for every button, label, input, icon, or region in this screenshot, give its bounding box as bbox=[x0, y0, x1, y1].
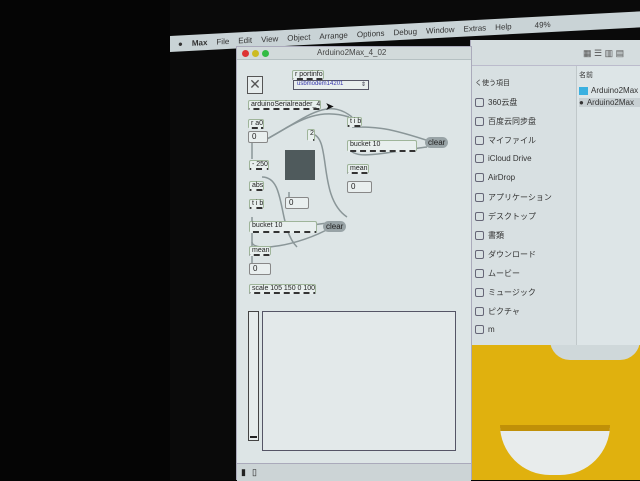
bucket-object-right[interactable]: bucket 10 bbox=[347, 140, 417, 152]
home-icon bbox=[475, 325, 484, 334]
menu-help[interactable]: Help bbox=[495, 22, 511, 32]
mean-object-right[interactable]: mean bbox=[347, 164, 369, 174]
folder-icon bbox=[475, 98, 484, 107]
toggle[interactable]: ✕ bbox=[247, 76, 263, 94]
menu-max[interactable]: Max bbox=[192, 38, 208, 48]
menu-file[interactable]: File bbox=[216, 36, 229, 46]
sidebar-item-label: m bbox=[488, 325, 495, 334]
menu-arrange[interactable]: Arrange bbox=[319, 30, 347, 40]
sidebar-item[interactable]: 360云盘 bbox=[475, 97, 517, 108]
sidebar-item[interactable]: iCloud Drive bbox=[475, 154, 532, 163]
sidebar-item[interactable]: ムービー bbox=[475, 268, 520, 279]
minus-object[interactable]: - 250 bbox=[249, 160, 269, 170]
lock-icon[interactable]: ▮ bbox=[241, 467, 252, 477]
sidebar-item-label: ダウンロード bbox=[488, 250, 536, 259]
music-icon bbox=[475, 288, 484, 297]
folder-icon bbox=[579, 86, 588, 95]
apps-icon bbox=[475, 193, 484, 202]
new-object-icon[interactable]: ▯ bbox=[252, 467, 263, 477]
sidebar-item[interactable]: アプリケーション bbox=[475, 192, 552, 203]
finder-toolbar: ▦ ☰ ▥ ▤ bbox=[471, 40, 640, 66]
sidebar-item[interactable]: マイファイル bbox=[475, 135, 536, 146]
folder-icon bbox=[475, 117, 484, 126]
display-panel bbox=[262, 311, 456, 451]
column-header-name[interactable]: 名前 bbox=[579, 70, 593, 80]
sidebar-item-label: ピクチャ bbox=[488, 307, 520, 316]
trigger-object-right[interactable]: t i b bbox=[347, 117, 363, 127]
airdrop-icon bbox=[475, 173, 484, 182]
desktop-wallpaper bbox=[470, 340, 640, 480]
receive-a0-object[interactable]: r a0 bbox=[248, 119, 265, 129]
mouse-cursor-icon: ➤ bbox=[325, 101, 335, 113]
menu-window[interactable]: Window bbox=[426, 25, 454, 35]
menu-object[interactable]: Object bbox=[287, 32, 310, 42]
sidebar-item[interactable]: デスクトップ bbox=[475, 211, 536, 222]
number-box-mean-left[interactable]: 0 bbox=[249, 263, 271, 275]
apple-icon[interactable]: ● bbox=[178, 39, 183, 48]
menu-extras[interactable]: Extras bbox=[464, 23, 487, 33]
serial-reader-object[interactable]: arduinoSerialreader_4 bbox=[248, 100, 322, 110]
bucket-object-left[interactable]: bucket 10 bbox=[249, 221, 317, 233]
files-icon bbox=[475, 136, 484, 145]
number-box-mean-right[interactable]: 0 bbox=[347, 181, 372, 193]
sidebar-item[interactable]: 書類 bbox=[475, 230, 504, 241]
sidebar-item[interactable]: ピクチャ bbox=[475, 306, 520, 317]
slider-object[interactable] bbox=[285, 150, 315, 180]
max-file-icon: ● bbox=[579, 98, 584, 107]
vertical-slider[interactable] bbox=[248, 311, 259, 441]
patcher-toolbar: ▮▯ bbox=[237, 463, 471, 481]
battery-status[interactable]: 49% bbox=[535, 20, 551, 30]
finder-sidebar: く使う項目 360云盘百度云同步盘 マイファイル iCloud Drive AirDr… bbox=[471, 66, 577, 345]
menu-edit[interactable]: Edit bbox=[238, 35, 252, 45]
clear-message-right[interactable]: clear bbox=[425, 137, 449, 148]
menu-debug[interactable]: Debug bbox=[393, 27, 417, 37]
desktop-icon bbox=[475, 212, 484, 221]
sidebar-item-label: マイファイル bbox=[488, 136, 536, 145]
number-two-object[interactable]: 2 bbox=[307, 129, 315, 141]
sidebar-item-label: ミュージック bbox=[488, 288, 536, 297]
view-icons-icon[interactable]: ▦ ☰ ▥ ▤ bbox=[583, 48, 624, 59]
sidebar-item-label: 百度云同步盘 bbox=[488, 117, 536, 126]
file-row[interactable]: ● Arduino2Max bbox=[579, 98, 640, 107]
file-row[interactable]: Arduino2Max bbox=[579, 86, 638, 95]
port-menu[interactable]: usbmodem14201 ⇕ bbox=[293, 80, 369, 90]
mean-object-left[interactable]: mean bbox=[249, 246, 271, 256]
document-icon bbox=[475, 231, 484, 240]
chevron-updown-icon: ⇕ bbox=[360, 82, 366, 88]
trigger-object-left[interactable]: t i b bbox=[249, 199, 265, 209]
sidebar-item-label: AirDrop bbox=[488, 173, 516, 182]
favorites-header: く使う項目 bbox=[475, 80, 510, 87]
sidebar-item-label: iCloud Drive bbox=[488, 154, 532, 163]
camera-icon bbox=[475, 307, 484, 316]
sidebar-item-label: ムービー bbox=[488, 269, 520, 278]
download-icon bbox=[475, 250, 484, 259]
sidebar-item[interactable]: m bbox=[475, 325, 495, 334]
movie-icon bbox=[475, 269, 484, 278]
sidebar-item[interactable]: ダウンロード bbox=[475, 249, 536, 260]
finder-window: ▦ ☰ ▥ ▤ く使う項目 360云盘百度云同步盘 マイファイル iCloud Dr… bbox=[470, 40, 640, 345]
sidebar-item-label: アプリケーション bbox=[488, 193, 552, 202]
sidebar-item[interactable]: 百度云同步盘 bbox=[475, 116, 536, 127]
sidebar-item-label: 360云盘 bbox=[488, 98, 518, 107]
number-box-slider[interactable]: 0 bbox=[285, 197, 309, 209]
portinfo-object[interactable]: r portinfo bbox=[292, 70, 324, 80]
max-patcher-window: Arduino2Max_4_02 r portinfo usbmodem1420… bbox=[236, 46, 472, 481]
sidebar-item[interactable]: AirDrop bbox=[475, 173, 515, 182]
number-box-a0[interactable]: 0 bbox=[248, 131, 268, 143]
sidebar-item[interactable]: ミュージック bbox=[475, 287, 536, 298]
sidebar-item-label: 書類 bbox=[488, 231, 504, 240]
menu-view[interactable]: View bbox=[261, 34, 278, 44]
scale-object[interactable]: scale 105 150 0 100 bbox=[249, 284, 317, 294]
abs-object[interactable]: abs bbox=[249, 181, 265, 191]
clear-message-left[interactable]: clear bbox=[323, 221, 347, 232]
menu-options[interactable]: Options bbox=[357, 28, 385, 38]
cloud-icon bbox=[475, 154, 484, 163]
sidebar-item-label: デスクトップ bbox=[488, 212, 536, 221]
